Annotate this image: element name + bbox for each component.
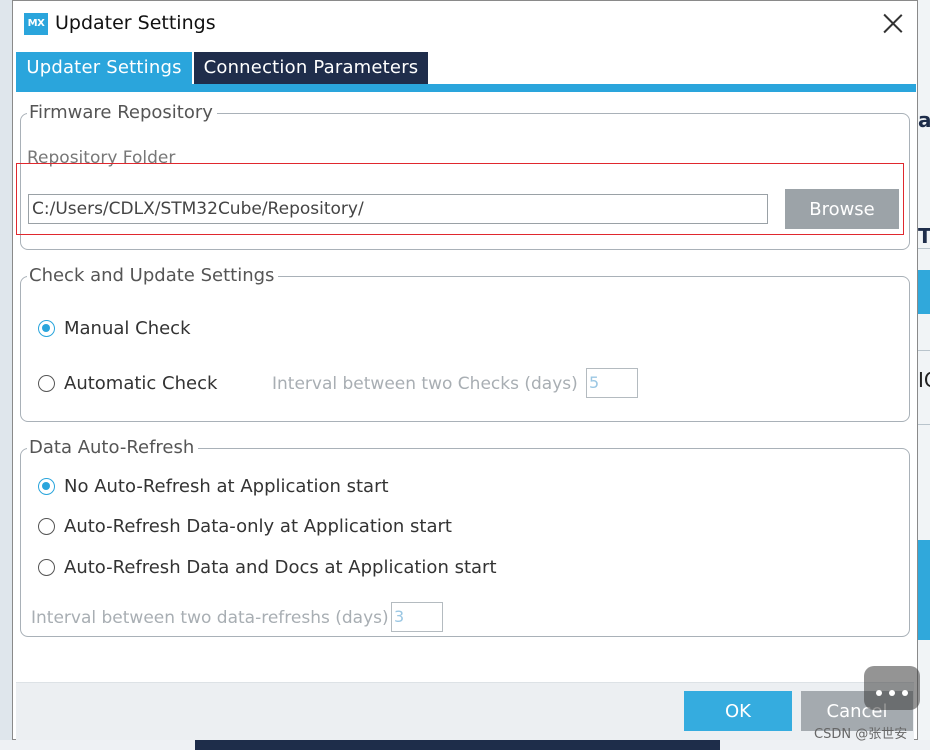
tab-updater-settings[interactable]: Updater Settings [16, 52, 192, 84]
refresh-interval-input[interactable]: 3 [391, 602, 443, 632]
tab-bar: Updater Settings Connection Parameters [16, 52, 916, 84]
stm32cubemx-logo-icon: MX [24, 13, 48, 35]
chat-bubble-icon [864, 666, 920, 710]
window-title: Updater Settings [55, 12, 216, 34]
title-bar[interactable]: MX Updater Settings [13, 1, 917, 47]
group-title: Firmware Repository [27, 102, 217, 124]
radio-label: Manual Check [64, 318, 191, 339]
background-text-fragment: IC [918, 368, 930, 392]
background-bottom-strip [0, 740, 930, 750]
automatic-check-radio[interactable]: Automatic Check [38, 373, 217, 394]
check-interval-label: Interval between two Checks (days) [272, 374, 578, 394]
manual-check-radio[interactable]: Manual Check [38, 318, 191, 339]
radio-label: No Auto-Refresh at Application start [64, 476, 389, 497]
radio-checked-icon [38, 320, 55, 337]
updater-settings-dialog: MX Updater Settings Updater Settings Con… [12, 0, 918, 740]
tab-content: Firmware Repository Repository Folder Br… [16, 92, 914, 682]
background-dark-panel [195, 740, 720, 750]
auto-refresh-data-docs-radio[interactable]: Auto-Refresh Data and Docs at Applicatio… [38, 557, 497, 578]
watermark-text: CSDN @张世安 [814, 727, 908, 742]
radio-label: Automatic Check [64, 373, 218, 394]
no-auto-refresh-radio[interactable]: No Auto-Refresh at Application start [38, 476, 389, 497]
radio-label: Auto-Refresh Data-only at Application st… [64, 516, 452, 537]
background-text-fragment: ar [918, 108, 930, 132]
ok-button[interactable]: OK [684, 691, 792, 731]
radio-checked-icon [38, 478, 55, 495]
close-icon[interactable] [879, 10, 907, 38]
radio-unchecked-icon [38, 518, 55, 535]
group-title: Data Auto-Refresh [27, 437, 199, 459]
radio-unchecked-icon [38, 375, 55, 392]
refresh-interval-label: Interval between two data-refreshs (days… [31, 608, 389, 628]
tab-connection-parameters[interactable]: Connection Parameters [194, 52, 428, 84]
check-update-settings-group: Check and Update Settings [20, 265, 910, 422]
background-app: ar T IC [918, 0, 930, 750]
radio-label: Auto-Refresh Data and Docs at Applicatio… [64, 557, 497, 578]
background-divider [918, 248, 930, 249]
dialog-footer: OK Cancel [16, 682, 914, 740]
background-accent-bar [918, 540, 930, 640]
browse-button[interactable]: Browse [785, 189, 899, 229]
background-accent-bar [918, 270, 930, 314]
background-divider [918, 424, 930, 425]
repository-path-input[interactable] [28, 194, 768, 224]
background-text-fragment: T [918, 224, 930, 248]
group-title: Check and Update Settings [27, 265, 279, 287]
check-interval-input[interactable]: 5 [586, 368, 638, 398]
background-divider [918, 350, 930, 351]
tab-underline [16, 84, 916, 92]
radio-unchecked-icon [38, 559, 55, 576]
auto-refresh-data-only-radio[interactable]: Auto-Refresh Data-only at Application st… [38, 516, 452, 537]
